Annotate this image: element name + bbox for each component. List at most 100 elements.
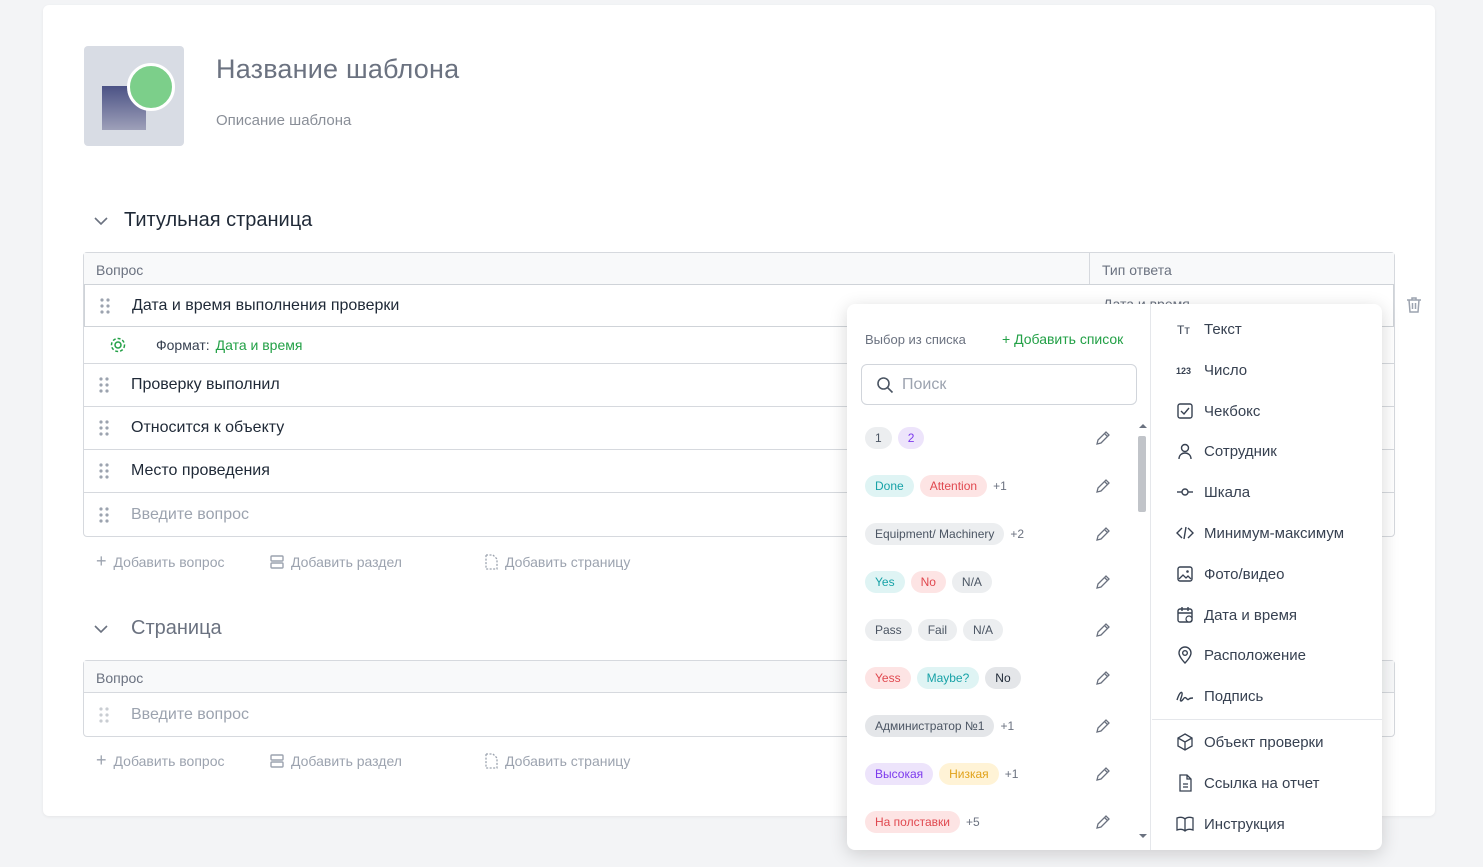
more-count: +2 — [1010, 527, 1025, 541]
section-title[interactable]: Титульная страница — [124, 209, 312, 232]
list-item[interactable]: Pass Fail N/A — [847, 606, 1137, 654]
section-icon — [270, 753, 284, 768]
drag-handle-icon[interactable] — [84, 463, 124, 479]
search-icon — [877, 376, 894, 393]
list-item[interactable]: На полставки +5 — [847, 798, 1137, 846]
list-chip: 2 — [897, 427, 925, 449]
more-count: +5 — [965, 815, 980, 829]
svg-text:123: 123 — [1176, 366, 1191, 376]
edit-pencil-icon[interactable] — [1095, 622, 1111, 638]
section-icon — [270, 554, 284, 569]
answer-type-item[interactable]: Ссылка на отчет — [1176, 774, 1319, 792]
answer-type-item[interactable]: Чекбокс — [1176, 402, 1260, 420]
answer-type-item[interactable]: Tт Текст — [1176, 320, 1242, 338]
column-header-question: Вопрос — [96, 262, 144, 278]
list-item[interactable]: Администратор №1 +1 — [847, 702, 1137, 750]
question-text[interactable]: Относится к объекту — [124, 419, 284, 437]
add-question-button[interactable]: + Добавить вопрос — [96, 551, 270, 572]
answer-type-item[interactable]: 123 Число — [1176, 361, 1247, 379]
add-section-button[interactable]: Добавить раздел — [270, 750, 484, 771]
table-header: Вопрос Тип ответа — [84, 253, 1394, 285]
list-chip: Maybe? — [916, 667, 980, 689]
list-item[interactable]: 12 — [847, 414, 1137, 462]
edit-pencil-icon[interactable] — [1095, 574, 1111, 590]
svg-text:Tт: Tт — [1177, 323, 1190, 337]
format-label: Формат: — [156, 337, 210, 353]
list-chip: Attention — [919, 475, 988, 497]
scrollbar-thumb[interactable] — [1138, 436, 1146, 512]
scroll-down-icon[interactable] — [1138, 832, 1148, 840]
add-section-button[interactable]: Добавить раздел — [270, 551, 484, 572]
drag-handle-icon[interactable] — [84, 706, 124, 723]
answer-type-label: Текст — [1204, 320, 1242, 338]
template-description[interactable]: Описание шаблона — [216, 112, 351, 129]
box-icon — [1177, 733, 1193, 751]
drag-handle-icon[interactable] — [84, 420, 124, 436]
drag-handle-icon[interactable] — [84, 377, 124, 393]
question-input[interactable]: Введите вопрос — [124, 506, 249, 524]
template-title[interactable]: Название шаблона — [216, 54, 459, 85]
list-item[interactable]: Equipment/ Machinery +2 — [847, 510, 1137, 558]
add-list-button[interactable]: + Добавить список — [1002, 331, 1123, 347]
gear-icon[interactable] — [84, 336, 152, 354]
answer-type-item[interactable]: Сотрудник — [1176, 442, 1277, 460]
edit-pencil-icon[interactable] — [1095, 814, 1111, 830]
format-value[interactable]: Дата и время — [216, 337, 303, 353]
search-field[interactable] — [861, 364, 1137, 405]
list-chip: N/A — [963, 619, 1004, 641]
edit-pencil-icon[interactable] — [1095, 766, 1111, 782]
answer-type-item[interactable]: Подпись — [1176, 687, 1263, 705]
drag-handle-icon[interactable] — [85, 297, 125, 314]
edit-pencil-icon[interactable] — [1095, 718, 1111, 734]
question-input[interactable]: Введите вопрос — [124, 706, 249, 724]
edit-pencil-icon[interactable] — [1095, 526, 1111, 542]
plus-icon: + — [96, 750, 107, 770]
answer-type-item[interactable]: Объект проверки — [1176, 733, 1323, 751]
edit-pencil-icon[interactable] — [1095, 430, 1111, 446]
list-item[interactable]: Высокая Низкая +1 — [847, 750, 1137, 798]
list-item[interactable]: Yes No N/A — [847, 558, 1137, 606]
answer-type-item[interactable]: Шкала — [1176, 483, 1250, 501]
answer-type-label: Сотрудник — [1204, 442, 1277, 460]
answer-type-dropdown: Выбор из списка + Добавить список 12Done… — [847, 304, 1382, 850]
add-question-button[interactable]: + Добавить вопрос — [96, 750, 270, 771]
response-lists: 1 2 Done Attention +1 Equipment/ Machinery +2 Y… — [847, 414, 1137, 846]
chevron-down-icon[interactable] — [92, 620, 110, 638]
add-page-button[interactable]: Добавить страницу — [484, 551, 630, 572]
question-text[interactable]: Место проведения — [124, 462, 270, 480]
answer-type-label: Инструкция — [1204, 815, 1285, 833]
list-item[interactable]: Done Attention +1 — [847, 462, 1137, 510]
book-icon — [1176, 816, 1194, 832]
answer-type-label: Чекбокс — [1204, 402, 1261, 420]
list-chip: Администратор №1 — [865, 715, 995, 737]
location-icon — [1178, 646, 1192, 664]
drag-handle-icon[interactable] — [84, 506, 124, 523]
add-page-button[interactable]: Добавить страницу — [484, 750, 630, 771]
scroll-up-icon[interactable] — [1138, 422, 1148, 430]
answer-type-item[interactable]: Дата и время — [1176, 606, 1297, 624]
list-chip: No — [910, 571, 946, 593]
trash-icon[interactable] — [1404, 295, 1424, 315]
edit-pencil-icon[interactable] — [1095, 478, 1111, 494]
add-page-label: Добавить страницу — [505, 752, 631, 769]
chevron-down-icon[interactable] — [92, 212, 110, 230]
answer-type-item[interactable]: Минимум-максимум — [1176, 524, 1344, 542]
question-text[interactable]: Проверку выполнил — [124, 376, 280, 394]
document-icon — [1179, 774, 1192, 792]
edit-pencil-icon[interactable] — [1095, 670, 1111, 686]
more-count: +1 — [1004, 767, 1019, 781]
list-chip: На полставки — [865, 811, 960, 833]
question-text[interactable]: Дата и время выполнения проверки — [125, 297, 399, 315]
template-logo[interactable] — [84, 46, 184, 146]
list-chip: Низкая — [939, 763, 999, 785]
section-title[interactable]: Страница — [131, 617, 222, 640]
list-item[interactable]: Yess Maybe? No — [847, 654, 1137, 702]
list-chip: Fail — [917, 619, 958, 641]
answer-type-item[interactable]: Фото/видео — [1176, 565, 1284, 583]
search-input[interactable] — [902, 375, 1102, 394]
add-section-label: Добавить раздел — [291, 553, 402, 570]
answer-type-item[interactable]: Инструкция — [1176, 815, 1285, 833]
add-page-label: Добавить страницу — [505, 553, 631, 570]
answer-type-item[interactable]: Расположение — [1176, 646, 1306, 664]
scrollbar[interactable] — [1137, 422, 1147, 842]
